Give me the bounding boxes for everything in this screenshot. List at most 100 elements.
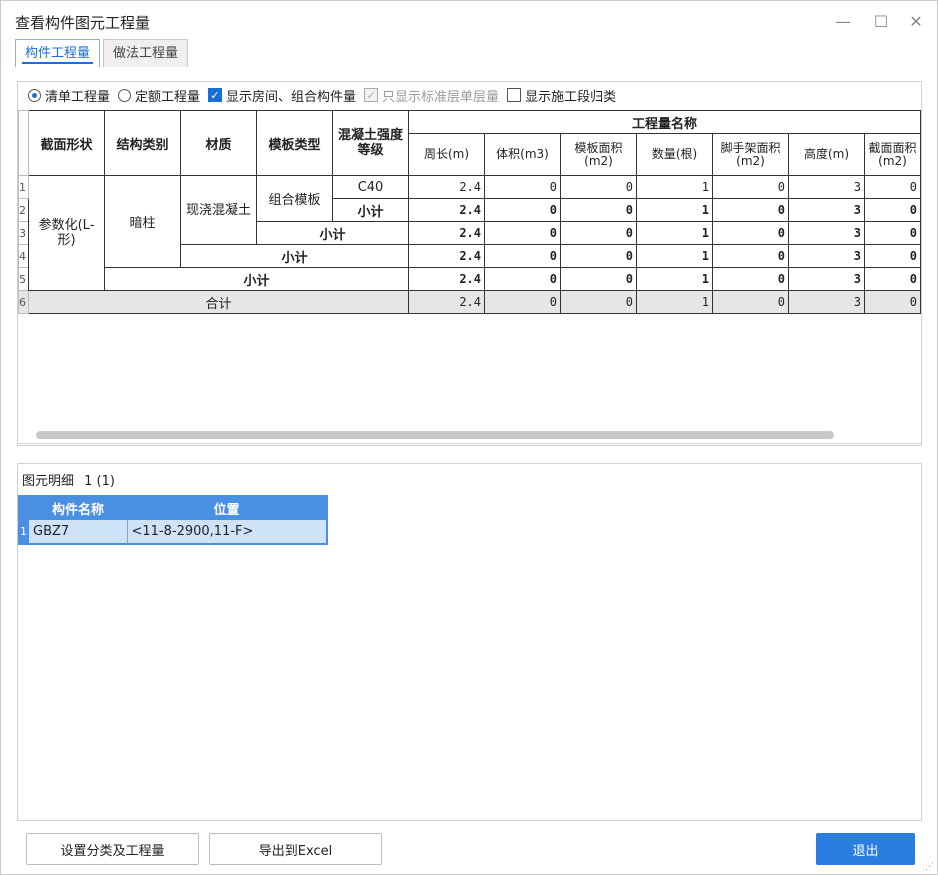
- cell-value[interactable]: 0: [484, 244, 561, 268]
- radio-dinge[interactable]: 定额工程量: [118, 86, 200, 105]
- cell-value[interactable]: 3: [788, 244, 865, 268]
- horizontal-scrollbar[interactable]: [36, 431, 834, 439]
- cell-material[interactable]: 现浇混凝土: [180, 175, 257, 245]
- cell-value[interactable]: 1: [636, 175, 713, 199]
- col-header-perimeter[interactable]: 周长(m): [408, 133, 485, 176]
- col-header-concrete-grade[interactable]: 混凝土强度等级: [332, 110, 409, 176]
- cell-value[interactable]: 0: [560, 290, 637, 314]
- cell-value[interactable]: 0: [560, 198, 637, 222]
- col-header-struct-type[interactable]: 结构类别: [104, 110, 181, 176]
- radio-unselected-icon[interactable]: [118, 88, 132, 102]
- panel-divider: [18, 443, 921, 444]
- col-header-formwork-area[interactable]: 模板面积(m2): [560, 133, 637, 176]
- cell-formwork-type[interactable]: 组合模板: [256, 175, 333, 222]
- cell-value[interactable]: 2.4: [408, 221, 485, 245]
- cell-value[interactable]: 3: [788, 267, 865, 291]
- checkbox-checked-icon[interactable]: ✓: [208, 88, 223, 102]
- cell-value[interactable]: 0: [712, 198, 789, 222]
- detail-table: 构件名称 位置 1 GBZ7 <11-8-2900,11-F>: [18, 495, 328, 545]
- col-header-section-area[interactable]: 截面面积(m2): [864, 133, 921, 176]
- col-header-formwork-type[interactable]: 模板类型: [256, 110, 333, 176]
- cell-value[interactable]: 0: [864, 290, 921, 314]
- cell-value[interactable]: 0: [484, 290, 561, 314]
- cell-value[interactable]: 0: [864, 198, 921, 222]
- minimize-icon[interactable]: —: [831, 9, 855, 33]
- cell-value[interactable]: 0: [560, 221, 637, 245]
- cell-value[interactable]: 0: [484, 267, 561, 291]
- cell-subtotal[interactable]: 小计: [256, 221, 409, 245]
- table-row-total[interactable]: 6 合计 2.4 0 0 1 0 3 0: [18, 290, 921, 314]
- radio-selected-icon[interactable]: [28, 88, 41, 102]
- detail-count: 1 (1): [84, 474, 115, 489]
- dialog-window: 查看构件图元工程量 — ☐ ✕ 构件工程量 做法工程量 清单工程量 定额工程量 …: [0, 0, 938, 875]
- col-header-count[interactable]: 数量(根): [636, 133, 713, 176]
- cell-position[interactable]: <11-8-2900,11-F>: [127, 520, 328, 544]
- cell-value[interactable]: 0: [484, 198, 561, 222]
- checkbox-show-room[interactable]: ✓ 显示房间、组合构件量: [208, 86, 356, 105]
- set-category-button[interactable]: 设置分类及工程量: [26, 833, 199, 865]
- cell-value[interactable]: 1: [636, 221, 713, 245]
- cell-value[interactable]: 2.4: [408, 198, 485, 222]
- cell-subtotal[interactable]: 小计: [104, 267, 409, 291]
- cell-subtotal[interactable]: 小计: [180, 244, 409, 268]
- cell-value[interactable]: 0: [864, 175, 921, 199]
- cell-component-name[interactable]: GBZ7: [29, 520, 128, 544]
- col-header-component-name[interactable]: 构件名称: [29, 496, 127, 520]
- resize-grip-icon[interactable]: ⋰: [925, 862, 935, 872]
- close-icon[interactable]: ✕: [904, 9, 928, 33]
- col-header-volume[interactable]: 体积(m3): [484, 133, 561, 176]
- row-number: 1: [19, 520, 29, 544]
- cell-value[interactable]: 0: [712, 175, 789, 199]
- radio-qingdan-label: 清单工程量: [45, 89, 111, 105]
- tab-component-quantity[interactable]: 构件工程量: [15, 39, 101, 67]
- table-row[interactable]: 5 小计 2.4 0 0 1 0 3 0: [18, 267, 921, 291]
- cell-value[interactable]: 2.4: [408, 267, 485, 291]
- detail-title-row: 图元明细 1 (1): [22, 470, 115, 489]
- tab-method-quantity[interactable]: 做法工程量: [103, 39, 189, 67]
- cell-value[interactable]: 3: [788, 198, 865, 222]
- cell-value[interactable]: 3: [788, 221, 865, 245]
- checkbox-show-stage[interactable]: 显示施工段归类: [507, 86, 616, 105]
- detail-panel: 图元明细 1 (1) 构件名称 位置 1 GBZ7 <11-8-2900,11-…: [17, 463, 922, 821]
- cell-value[interactable]: 0: [864, 244, 921, 268]
- cell-subtotal[interactable]: 小计: [332, 198, 409, 222]
- cell-value[interactable]: 1: [636, 198, 713, 222]
- cell-value[interactable]: 0: [484, 175, 561, 199]
- export-excel-button[interactable]: 导出到Excel: [209, 833, 382, 865]
- col-header-material[interactable]: 材质: [180, 110, 257, 176]
- cell-concrete-grade[interactable]: C40: [332, 175, 409, 199]
- cell-value[interactable]: 0: [712, 221, 789, 245]
- cell-value[interactable]: 0: [864, 221, 921, 245]
- cell-value[interactable]: 2.4: [408, 290, 485, 314]
- cell-value[interactable]: 1: [636, 290, 713, 314]
- cell-value[interactable]: 0: [560, 244, 637, 268]
- cell-value[interactable]: 1: [636, 244, 713, 268]
- cell-value[interactable]: 0: [712, 290, 789, 314]
- cell-value[interactable]: 3: [788, 175, 865, 199]
- exit-button[interactable]: 退出: [816, 833, 915, 865]
- table-row[interactable]: 1 参数化(L-形) 暗柱 现浇混凝土 组合模板 C40 2.4 0 0 1 0…: [18, 175, 921, 291]
- cell-total[interactable]: 合计: [28, 290, 409, 314]
- maximize-icon[interactable]: ☐: [869, 9, 893, 33]
- cell-value[interactable]: 0: [484, 221, 561, 245]
- cell-struct-type[interactable]: 暗柱: [104, 175, 181, 268]
- cell-value[interactable]: 3: [788, 290, 865, 314]
- cell-value[interactable]: 0: [712, 244, 789, 268]
- cell-value[interactable]: 0: [560, 175, 637, 199]
- title-bar[interactable]: 查看构件图元工程量 — ☐ ✕: [1, 1, 937, 35]
- cell-value[interactable]: 0: [712, 267, 789, 291]
- cell-value[interactable]: 1: [636, 267, 713, 291]
- col-header-position[interactable]: 位置: [127, 496, 327, 520]
- detail-row[interactable]: 1 GBZ7 <11-8-2900,11-F>: [19, 520, 328, 544]
- col-header-height[interactable]: 高度(m): [788, 133, 865, 176]
- cell-value[interactable]: 2.4: [408, 244, 485, 268]
- radio-qingdan[interactable]: 清单工程量: [28, 86, 110, 105]
- cell-value[interactable]: 2.4: [408, 175, 485, 199]
- radio-dinge-label: 定额工程量: [135, 89, 201, 105]
- cell-value[interactable]: 0: [864, 267, 921, 291]
- cell-section-shape[interactable]: 参数化(L-形): [28, 175, 105, 291]
- col-header-scaffold-area[interactable]: 脚手架面积(m2): [712, 133, 789, 176]
- cell-value[interactable]: 0: [560, 267, 637, 291]
- checkbox-unchecked-icon[interactable]: [507, 88, 522, 102]
- col-header-section-shape[interactable]: 截面形状: [28, 110, 105, 176]
